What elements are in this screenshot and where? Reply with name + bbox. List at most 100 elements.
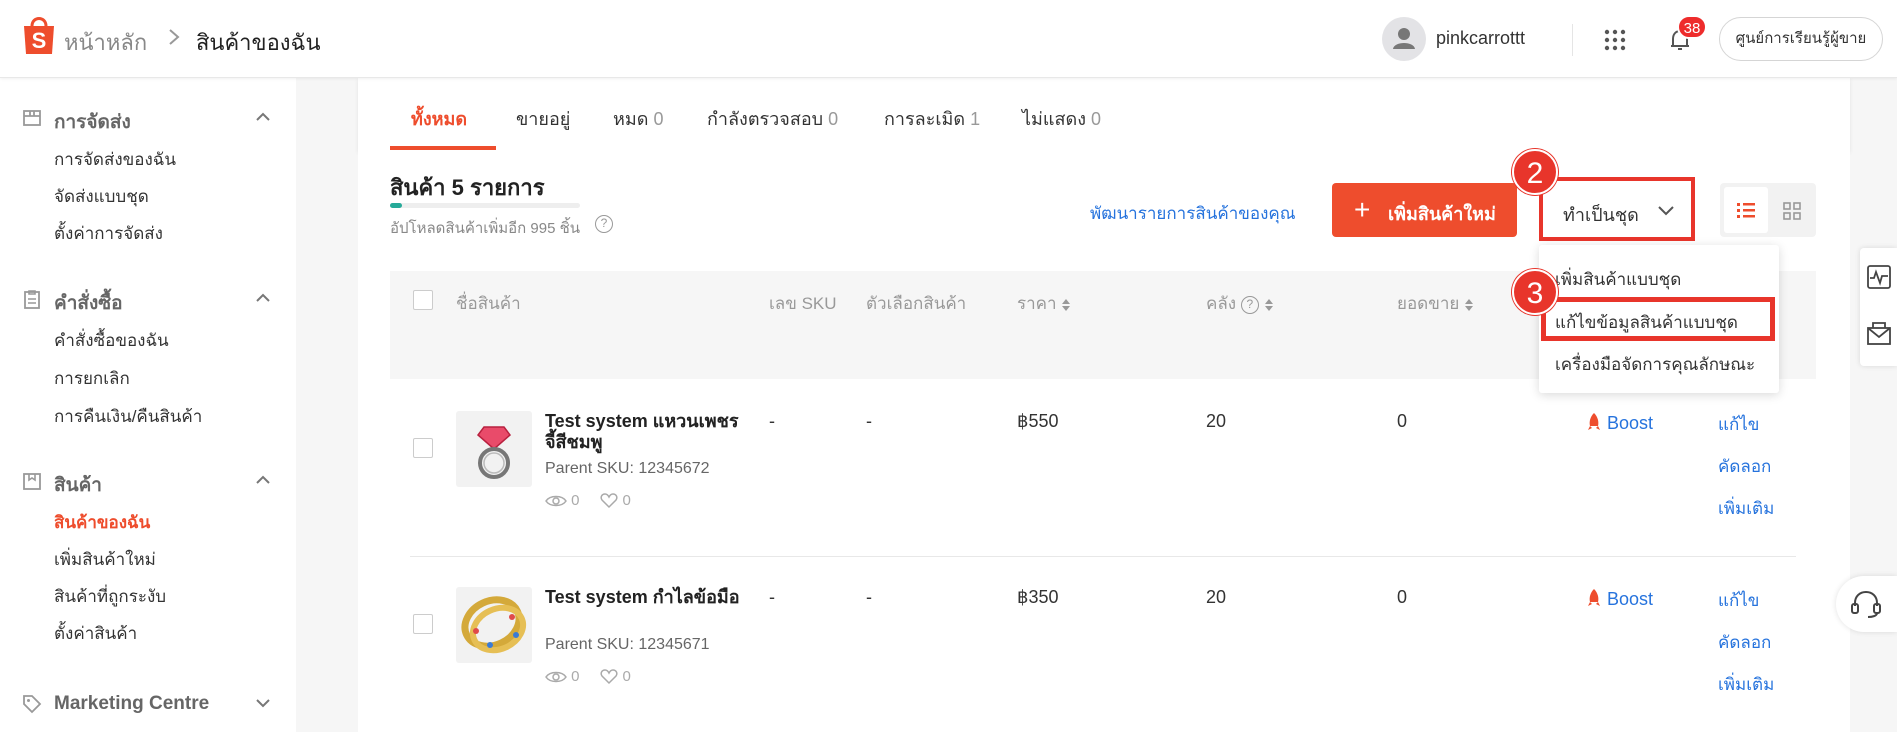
add-product-label: เพิ่มสินค้าใหม่ [1388, 204, 1496, 224]
more-link[interactable]: เพิ่มเติม [1718, 495, 1774, 522]
copy-link[interactable]: คัดลอก [1718, 453, 1771, 480]
price-cell: ฿350 [1017, 587, 1059, 607]
sort-icon [1264, 298, 1273, 311]
tab-count: 0 [653, 109, 664, 129]
sidebar-item-my-products[interactable]: สินค้าของฉัน [54, 509, 150, 536]
headset-icon [1851, 590, 1881, 618]
customer-support-button[interactable] [1836, 576, 1897, 632]
product-name[interactable]: Test system แหวนเพชรจี้สีชมพู [545, 411, 745, 453]
tab-violation[interactable]: การละเมิด 1 [884, 104, 980, 133]
sidebar-item-add-new-product[interactable]: เพิ่มสินค้าใหม่ [54, 546, 156, 573]
sort-icon [1465, 298, 1474, 311]
edit-link[interactable]: แก้ไข [1718, 587, 1759, 614]
product-stats: 0 0 [545, 668, 631, 685]
apps-grid-icon[interactable] [1603, 28, 1627, 52]
menu-item-attribute-tool[interactable]: เครื่องมือจัดการคุณลักษณะ [1555, 351, 1755, 378]
seller-learning-center-button[interactable]: ศูนย์การเรียนรู้ผู้ขาย [1719, 17, 1883, 61]
column-sales[interactable]: ยอดขาย [1397, 290, 1474, 317]
product-name[interactable]: Test system กำไลข้อมือ [545, 587, 745, 608]
stock-cell: 20 [1206, 411, 1227, 431]
product-box-icon [23, 473, 41, 490]
batch-button-label: ทำเป็นชุด [1563, 205, 1639, 225]
sidebar-item-my-orders[interactable]: คำสั่งซื้อของฉัน [54, 327, 169, 354]
heart-icon [600, 669, 618, 685]
sidebar-item-cancellations[interactable]: การยกเลิก [54, 365, 130, 392]
tab-sold-out[interactable]: หมด 0 [613, 104, 663, 133]
stock-cell: 20 [1206, 587, 1227, 607]
user-icon [1393, 28, 1415, 49]
column-price[interactable]: ราคา [1017, 290, 1071, 317]
truck-box-icon [23, 110, 41, 126]
help-icon[interactable]: ? [595, 215, 613, 233]
copy-link[interactable]: คัดลอก [1718, 629, 1771, 656]
menu-item-batch-edit[interactable]: แก้ไขข้อมูลสินค้าแบบชุด [1555, 309, 1738, 336]
notification-badge: 38 [1677, 15, 1707, 39]
sidebar-item-product-settings[interactable]: ตั้งค่าสินค้า [54, 620, 137, 647]
eye-icon [545, 671, 567, 683]
plus-icon: + [1354, 194, 1371, 225]
clipboard-icon [24, 290, 40, 309]
breadcrumb-home[interactable]: หน้าหลัก [64, 25, 147, 60]
boost-button[interactable]: Boost [1586, 588, 1653, 610]
product-thumbnail[interactable] [456, 411, 532, 487]
view-toggle [1720, 183, 1816, 237]
variation-cell: - [866, 411, 872, 431]
mail-icon[interactable] [1866, 320, 1892, 346]
sales-cell: 0 [1397, 587, 1408, 607]
sidebar-section-shipping[interactable]: การจัดส่ง [22, 105, 282, 133]
list-icon [1737, 203, 1755, 218]
activity-chart-icon[interactable] [1866, 264, 1892, 290]
product-thumbnail[interactable] [456, 587, 532, 663]
parent-sku: Parent SKU: 12345671 [545, 636, 710, 653]
sidebar-section-marketing[interactable]: Marketing Centre [22, 691, 282, 719]
add-new-product-button[interactable]: + เพิ่มสินค้าใหม่ [1332, 183, 1517, 237]
more-link[interactable]: เพิ่มเติม [1718, 671, 1774, 698]
chevron-up-icon[interactable] [255, 474, 271, 486]
batch-tools-button[interactable]: ทำเป็นชุด [1539, 177, 1695, 241]
sidebar-section-products[interactable]: สินค้า [22, 468, 282, 496]
help-icon[interactable]: ? [1240, 295, 1259, 314]
sidebar-item-returns-refunds[interactable]: การคืนเงิน/คืนสินค้า [54, 403, 202, 430]
sidebar-section-title: สินค้า [54, 475, 102, 496]
menu-item-batch-add[interactable]: เพิ่มสินค้าแบบชุด [1555, 266, 1681, 293]
tab-reviewing[interactable]: กำลังตรวจสอบ 0 [707, 104, 838, 133]
variation-cell: - [866, 587, 872, 607]
username[interactable]: pinkcarrottt [1436, 28, 1525, 49]
tab-delisted[interactable]: ไม่แสดง 0 [1022, 104, 1101, 133]
chevron-up-icon[interactable] [255, 111, 271, 123]
tab-count: 1 [970, 109, 981, 129]
column-label: ราคา [1017, 294, 1057, 313]
select-all-checkbox[interactable] [413, 290, 433, 310]
parent-sku: Parent SKU: 12345672 [545, 460, 710, 477]
edit-link[interactable]: แก้ไข [1718, 411, 1759, 438]
shopee-logo-icon[interactable]: S [20, 14, 58, 56]
grid-view-button[interactable] [1772, 187, 1812, 233]
tab-all[interactable]: ทั้งหมด [411, 104, 467, 133]
chevron-up-icon[interactable] [255, 292, 271, 304]
row-checkbox[interactable] [413, 614, 433, 634]
avatar[interactable] [1382, 17, 1426, 61]
column-variation: ตัวเลือกสินค้า [866, 294, 967, 313]
header-divider [1572, 24, 1573, 56]
sidebar-item-suspended-products[interactable]: สินค้าที่ถูกระงับ [54, 583, 166, 610]
sidebar-section-orders[interactable]: คำสั่งซื้อ [22, 286, 282, 314]
sidebar-item-batch-shipping[interactable]: จัดส่งแบบชุด [54, 183, 149, 210]
tab-label: หมด [613, 109, 649, 129]
column-stock[interactable]: คลัง ? [1206, 290, 1274, 317]
sidebar-item-shipping-settings[interactable]: ตั้งค่าการจัดส่ง [54, 220, 163, 247]
row-checkbox[interactable] [413, 438, 433, 458]
grid-icon [1783, 202, 1801, 220]
boost-button[interactable]: Boost [1586, 412, 1653, 434]
column-product-name: ชื่อสินค้า [456, 294, 521, 313]
sidebar-item-my-shipments[interactable]: การจัดส่งของฉัน [54, 146, 176, 173]
chevron-down-icon[interactable] [255, 697, 271, 709]
list-view-button[interactable] [1724, 187, 1768, 233]
tab-count: 0 [828, 109, 839, 129]
sku-cell: - [769, 587, 775, 607]
view-count: 0 [571, 492, 580, 509]
tab-live[interactable]: ขายอยู่ [516, 104, 570, 133]
active-tab-underline [390, 146, 496, 150]
heart-icon [600, 493, 618, 509]
breadcrumb-separator-icon [169, 29, 180, 45]
improve-listings-link[interactable]: พัฒนารายการสินค้าของคุณ [1090, 200, 1296, 227]
